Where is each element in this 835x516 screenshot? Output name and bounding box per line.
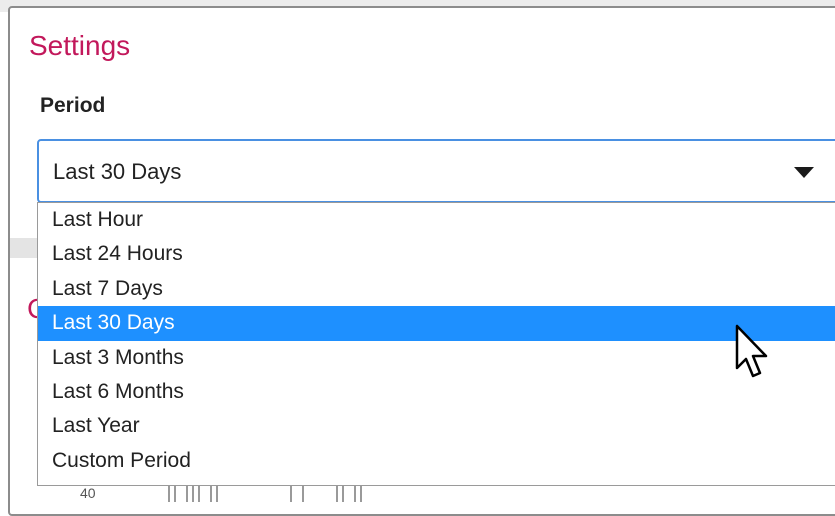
period-option[interactable]: Last 3 Months (38, 341, 835, 375)
settings-title: Settings (29, 30, 131, 61)
period-option[interactable]: Last 6 Months (38, 375, 835, 409)
caret-down-icon[interactable] (794, 167, 814, 178)
background-axis-tick: 40 (80, 485, 96, 501)
period-option[interactable]: Last 30 Days (38, 306, 835, 341)
background-tab-strip (10, 238, 40, 258)
period-option[interactable]: Last Hour (38, 203, 835, 237)
period-option[interactable]: Last 24 Hours (38, 237, 835, 271)
period-select-value: Last 30 Days (53, 159, 182, 184)
mouse-pointer-icon (735, 324, 768, 378)
period-option[interactable]: Last Year (38, 409, 835, 443)
period-options-list[interactable]: Last Hour Last 24 Hours Last 7 Days Last 30… (37, 202, 835, 486)
period-option[interactable]: Custom Period (38, 444, 835, 478)
period-option[interactable]: Last 7 Days (38, 272, 835, 306)
period-label: Period (40, 94, 106, 117)
background-chart-bars (160, 486, 400, 502)
period-select[interactable]: Last 30 Days (37, 139, 835, 203)
